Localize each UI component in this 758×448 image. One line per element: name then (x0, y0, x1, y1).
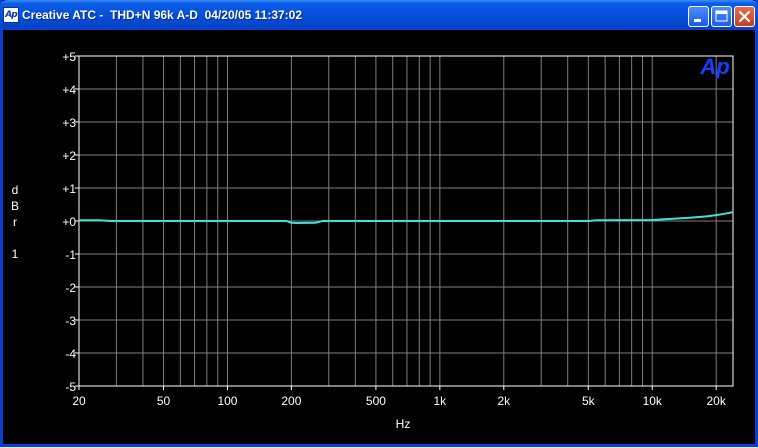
y-tick-label: +0 (62, 215, 76, 229)
x-tick-label: 500 (366, 394, 386, 408)
minimize-button[interactable] (688, 6, 709, 27)
y-tick-label: +1 (62, 182, 76, 196)
minimize-icon (694, 19, 701, 22)
y-tick-label: -1 (65, 248, 76, 262)
x-tick-label: 100 (217, 394, 237, 408)
app-icon[interactable]: Ap (3, 7, 19, 23)
x-tick-label: 1k (434, 394, 448, 408)
ap-logo: Ap (699, 54, 729, 79)
y-tick-label: +5 (62, 50, 76, 64)
y-axis-label-char: r (13, 215, 17, 229)
x-axis-label: Hz (396, 417, 411, 431)
x-tick-label: 10k (643, 394, 663, 408)
y-tick-label: -2 (65, 281, 76, 295)
x-tick-label: 20 (72, 394, 86, 408)
y-tick-label: +4 (62, 83, 76, 97)
y-tick-label: +2 (62, 149, 76, 163)
y-tick-label: +3 (62, 116, 76, 130)
close-icon (738, 10, 751, 23)
graph-panel: +5 +4 +3 +2 +1 +0 -1 -2 -3 -4 -5 20 50 100 200 500 1k 2k… (3, 30, 755, 444)
x-tick-label: 200 (281, 394, 301, 408)
y-tick-labels: +5 +4 +3 +2 +1 +0 -1 -2 -3 -4 -5 (62, 50, 79, 394)
x-tick-label: 20k (707, 394, 727, 408)
x-tick-label: 2k (497, 394, 511, 408)
y-tick-label: -4 (65, 347, 76, 361)
app-window: Ap Creative ATC - THD+N 96k A-D 04/20/05… (0, 0, 758, 447)
y-tick-label: -3 (65, 314, 76, 328)
x-tick-label: 50 (157, 394, 171, 408)
thd-n-chart: +5 +4 +3 +2 +1 +0 -1 -2 -3 -4 -5 20 50 100 200 500 1k 2k… (11, 50, 734, 431)
maximize-button[interactable] (711, 6, 732, 27)
y-axis-label-char: B (11, 199, 19, 213)
maximize-icon (715, 10, 728, 22)
close-button[interactable] (734, 6, 755, 27)
title-bar[interactable]: Ap Creative ATC - THD+N 96k A-D 04/20/05… (0, 0, 758, 30)
x-tick-label: 5k (582, 394, 596, 408)
y-tick-label: -5 (65, 380, 76, 394)
y-axis-label-char: 1 (12, 247, 19, 261)
y-axis-label: dBr 1 (11, 183, 19, 261)
y-axis-label-char: d (12, 183, 19, 197)
window-title: Creative ATC - THD+N 96k A-D 04/20/05 11… (22, 8, 303, 22)
x-tick-labels: 20 50 100 200 500 1k 2k 5k 10k 20k (72, 386, 727, 408)
